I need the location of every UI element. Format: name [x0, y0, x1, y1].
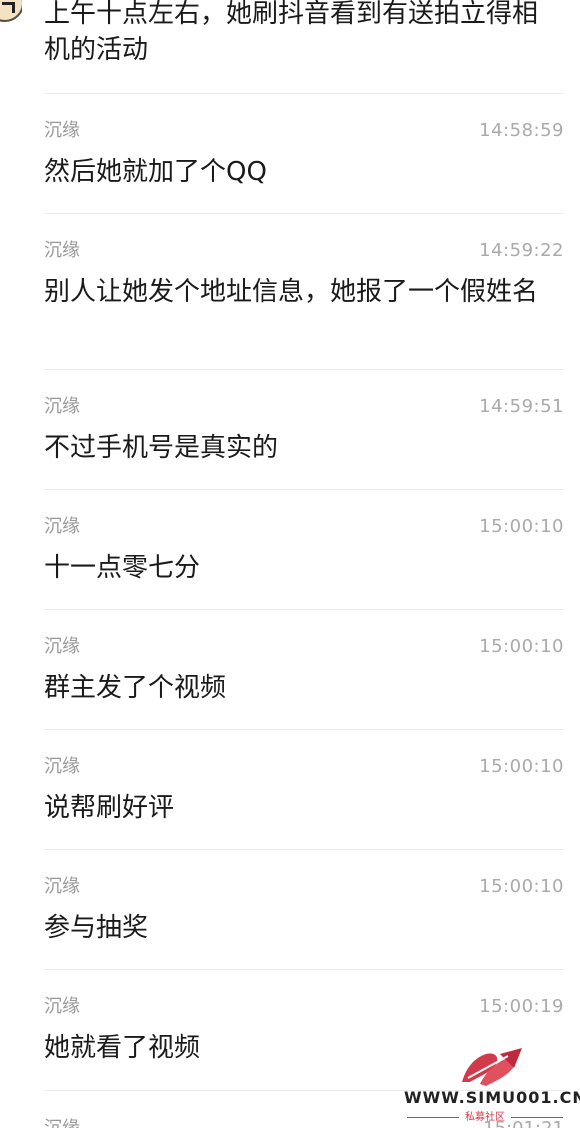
sender-name: 沉缘	[44, 756, 80, 777]
watermark: WWW.SIMU001.CN 私募社区	[398, 1046, 580, 1126]
message-text: 十一点零七分	[44, 553, 201, 583]
sender-name: 沉缘	[44, 120, 80, 141]
sender-name: 沉缘	[44, 240, 80, 261]
sender-name: 沉缘	[44, 996, 80, 1017]
list-item[interactable]: 沉缘 15:00:10 参与抽奖	[44, 872, 564, 946]
list-item[interactable]: 沉缘 15:00:10 十一点零七分	[44, 512, 564, 586]
message-divider	[44, 849, 564, 850]
avatar[interactable]	[0, 0, 22, 22]
list-item[interactable]: 沉缘 14:59:22 别人让她发个地址信息，她报了一个假姓名	[44, 236, 564, 310]
chat-history-screen: 上午十点左右，她刷抖音看到有送拍立得相机的活动 沉缘 14:58:59 然后她就…	[0, 0, 580, 1128]
watermark-logo-icon	[462, 1048, 522, 1086]
avatar-mark-icon	[2, 2, 15, 13]
message-divider	[44, 729, 564, 730]
watermark-site: WWW.SIMU001.CN	[404, 1088, 580, 1107]
message-divider	[44, 369, 564, 370]
list-item[interactable]: 沉缘 15:00:10 群主发了个视频	[44, 632, 564, 706]
message-time: 14:59:51	[479, 396, 564, 417]
message-text: 上午十点左右，她刷抖音看到有送拍立得相机的活动	[44, 0, 539, 65]
sender-name: 沉缘	[44, 1114, 80, 1128]
message-time: 15:00:10	[479, 756, 564, 777]
message-text: 不过手机号是真实的	[44, 433, 279, 463]
message-divider	[44, 969, 564, 970]
message-time: 15:00:19	[479, 996, 564, 1017]
list-item[interactable]: 沉缘 14:58:59 然后她就加了个QQ	[44, 116, 564, 190]
message-divider	[44, 489, 564, 490]
watermark-subtitle: 私募社区	[398, 1108, 572, 1123]
sender-name: 沉缘	[44, 876, 80, 897]
message-time: 15:00:10	[479, 876, 564, 897]
list-item[interactable]: 沉缘 15:00:10 说帮刷好评	[44, 752, 564, 826]
message-time: 14:59:22	[479, 240, 564, 261]
message-time: 15:00:10	[479, 636, 564, 657]
message-divider	[44, 213, 564, 214]
message-text: 参与抽奖	[44, 913, 149, 943]
sender-name: 沉缘	[44, 516, 80, 537]
sender-name: 沉缘	[44, 636, 80, 657]
list-item[interactable]: 沉缘 14:59:51 不过手机号是真实的	[44, 392, 564, 466]
message-divider	[44, 609, 564, 610]
message-text: 别人让她发个地址信息，她报了一个假姓名	[44, 277, 539, 307]
message-text: 群主发了个视频	[44, 673, 227, 703]
message-time: 15:00:10	[479, 516, 564, 537]
message-text: 说帮刷好评	[44, 793, 175, 823]
message-time: 14:58:59	[479, 120, 564, 141]
sender-name: 沉缘	[44, 396, 80, 417]
message-text: 然后她就加了个QQ	[44, 157, 267, 187]
message-divider	[44, 93, 564, 94]
